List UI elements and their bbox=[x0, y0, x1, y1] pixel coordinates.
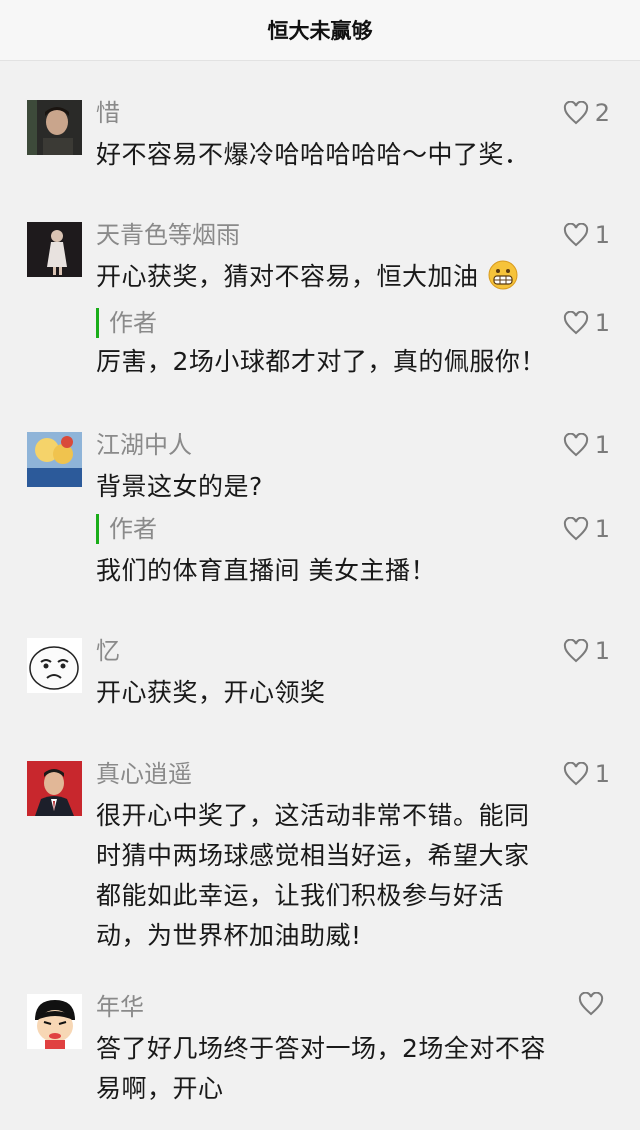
author-reply-text: 厉害，2场小球都才对了，真的佩服你！ bbox=[96, 347, 546, 376]
heart-outline-icon bbox=[563, 762, 588, 786]
avatar[interactable] bbox=[27, 222, 82, 277]
commenter-name: 真心逍遥 bbox=[96, 760, 192, 788]
heart-outline-icon bbox=[563, 639, 588, 663]
comment-line: 背景这女的是? bbox=[96, 472, 263, 501]
page-title: 恒大未赢够 bbox=[0, 0, 640, 61]
comment-line: 易啊，开心 bbox=[96, 1074, 224, 1103]
commenter-name: 天青色等烟雨 bbox=[96, 221, 240, 249]
commenter-name: 忆 bbox=[96, 637, 120, 665]
like-count: 1 bbox=[594, 431, 610, 459]
author-reply-label: 作者 bbox=[96, 308, 157, 338]
like-button[interactable]: 1 bbox=[563, 430, 610, 460]
like-count: 1 bbox=[594, 637, 610, 665]
like-button[interactable]: 2 bbox=[563, 98, 610, 128]
commenter-name: 惜 bbox=[96, 99, 120, 127]
comment-text: 好不容易不爆冷哈哈哈哈哈～中了奖． bbox=[96, 135, 606, 175]
commenter-name: 江湖中人 bbox=[96, 431, 192, 459]
like-count: 1 bbox=[594, 309, 610, 337]
like-count: 1 bbox=[594, 221, 610, 249]
like-button[interactable]: 1 bbox=[563, 514, 610, 544]
heart-outline-icon bbox=[563, 517, 588, 541]
comment-line: 开心获奖，猜对不容易，恒大加油 bbox=[96, 262, 479, 291]
heart-outline-icon bbox=[563, 311, 588, 335]
like-button[interactable]: 1 bbox=[563, 220, 610, 250]
comment-text: 背景这女的是? bbox=[96, 467, 606, 507]
avatar[interactable] bbox=[27, 761, 82, 816]
heart-outline-icon bbox=[563, 433, 588, 457]
comment-line: 开心获奖，开心领奖 bbox=[96, 678, 326, 707]
comment-text: 开心获奖，开心领奖 bbox=[96, 673, 606, 713]
avatar[interactable] bbox=[27, 994, 82, 1049]
heart-outline-icon bbox=[563, 101, 588, 125]
like-count: 1 bbox=[594, 515, 610, 543]
like-count: 1 bbox=[594, 760, 610, 788]
like-button[interactable]: 1 bbox=[563, 308, 610, 338]
comment-text: 答了好几场终于答对一场，2场全对不容 易啊，开心 bbox=[96, 1029, 606, 1109]
comment-line: 答了好几场终于答对一场，2场全对不容 bbox=[96, 1034, 546, 1063]
comment-line: 动，为世界杯加油助威! bbox=[96, 921, 362, 950]
avatar[interactable] bbox=[27, 432, 82, 487]
heart-outline-icon bbox=[563, 223, 588, 247]
like-button[interactable] bbox=[578, 992, 610, 1016]
like-button[interactable]: 1 bbox=[563, 636, 610, 666]
like-count: 2 bbox=[594, 99, 610, 127]
like-button[interactable]: 1 bbox=[563, 759, 610, 789]
comment-line: 很开心中奖了，这活动非常不错。能同 bbox=[96, 801, 530, 830]
comment-line: 都能如此幸运，让我们积极参与好活 bbox=[96, 881, 505, 910]
comment-line: 好不容易不爆冷哈哈哈哈哈～中了奖． bbox=[96, 140, 530, 169]
author-reply-label: 作者 bbox=[96, 514, 157, 544]
grinning-face-icon bbox=[488, 260, 518, 290]
avatar[interactable] bbox=[27, 638, 82, 693]
comment-text: 开心获奖，猜对不容易，恒大加油 bbox=[96, 257, 606, 297]
heart-outline-icon bbox=[578, 992, 604, 1016]
comment-line: 时猜中两场球感觉相当好运，希望大家 bbox=[96, 841, 530, 870]
comment-text: 很开心中奖了，这活动非常不错。能同 时猜中两场球感觉相当好运，希望大家 都能如此… bbox=[96, 796, 606, 956]
avatar[interactable] bbox=[27, 100, 82, 155]
commenter-name: 年华 bbox=[96, 993, 144, 1021]
author-reply-text: 我们的体育直播间 美女主播！ bbox=[96, 556, 436, 585]
